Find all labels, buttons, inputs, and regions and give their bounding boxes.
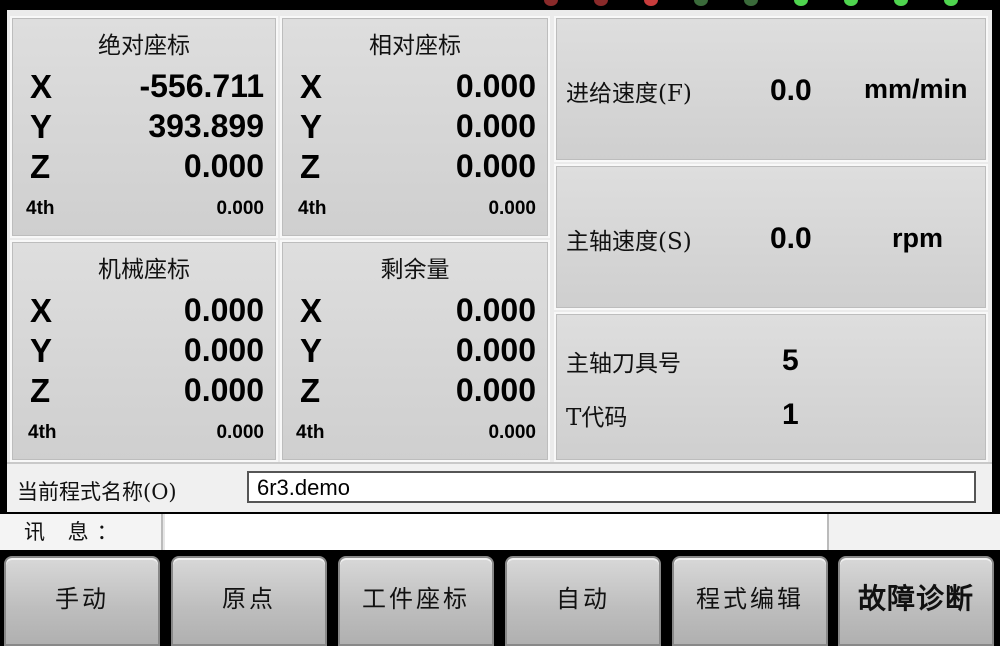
status-led — [744, 0, 758, 6]
absolute-coordinates-panel: 绝对座标 X -556.711 Y 393.899 Z 0.000 4th 0.… — [10, 16, 278, 238]
coord-row-z: Z 0.000 — [300, 148, 536, 188]
coord-row-y: Y 0.000 — [300, 332, 536, 372]
axis-label: X — [30, 292, 53, 329]
program-name-row: 当前程式名称(O) 6r3.demo — [7, 462, 992, 512]
status-led — [944, 0, 958, 6]
coord-row-y: Y 0.000 — [30, 332, 264, 372]
coord-row-y: Y 393.899 — [30, 108, 264, 148]
feed-rate-unit: mm/min — [864, 74, 968, 104]
program-name-label: 当前程式名称(O) — [17, 480, 177, 504]
work-coordinates-button[interactable]: 工件座标 — [338, 556, 494, 646]
coord-value: 0.000 — [183, 148, 264, 184]
coord-row-y: Y 0.000 — [300, 108, 536, 148]
axis-label: Z — [30, 372, 51, 409]
coord-value: 0.000 — [183, 372, 264, 408]
panel-title: 相对座标 — [369, 33, 461, 59]
coord-row-x: X 0.000 — [300, 292, 536, 332]
auto-mode-button[interactable]: 自动 — [505, 556, 661, 646]
axis-label: Y — [30, 108, 53, 145]
coord-row-4th: 4th 0.000 — [28, 414, 264, 454]
coord-value: 393.899 — [148, 108, 264, 144]
main-screen: 绝对座标 X -556.711 Y 393.899 Z 0.000 4th 0.… — [7, 10, 992, 512]
message-text — [165, 514, 829, 550]
status-led — [594, 0, 608, 6]
axis-label: 4th — [28, 422, 57, 443]
axis-label: 4th — [298, 198, 327, 219]
coord-value: 0.000 — [488, 198, 536, 219]
t-code-label: T代码 — [566, 405, 628, 431]
status-led-bar — [0, 0, 1000, 10]
axis-label: X — [300, 68, 323, 105]
axis-label: Y — [30, 332, 53, 369]
coord-value: 0.000 — [216, 422, 264, 443]
panel-title: 机械座标 — [98, 257, 190, 283]
t-code-value: 1 — [782, 398, 799, 431]
status-led — [794, 0, 808, 6]
coord-value: 0.000 — [455, 68, 536, 104]
softkey-bar: 手动 原点 工件座标 自动 程式编辑 故障诊断 — [0, 550, 1000, 646]
coord-row-4th: 4th 0.000 — [26, 190, 264, 230]
coord-row-z: Z 0.000 — [30, 372, 264, 412]
fault-diagnosis-button[interactable]: 故障诊断 — [838, 556, 994, 646]
coord-value: 0.000 — [455, 108, 536, 144]
axis-label: Z — [300, 372, 321, 409]
feed-rate-value: 0.0 — [770, 74, 812, 107]
axis-label: Z — [30, 148, 51, 185]
axis-label: X — [300, 292, 323, 329]
program-edit-button[interactable]: 程式编辑 — [672, 556, 828, 646]
feed-rate-panel: 进给速度(F) 0.0 mm/min — [554, 16, 988, 162]
status-led — [544, 0, 558, 6]
panel-title: 剩余量 — [380, 257, 450, 283]
spindle-tool-label: 主轴刀具号 — [566, 351, 681, 377]
coord-value: 0.000 — [216, 198, 264, 219]
home-button[interactable]: 原点 — [171, 556, 327, 646]
coord-row-z: Z 0.000 — [300, 372, 536, 412]
axis-label: 4th — [296, 422, 325, 443]
status-led — [844, 0, 858, 6]
coord-row-4th: 4th 0.000 — [298, 190, 536, 230]
program-name-field[interactable]: 6r3.demo — [247, 471, 976, 503]
relative-coordinates-panel: 相对座标 X 0.000 Y 0.000 Z 0.000 4th 0.000 — [280, 16, 550, 238]
coord-row-x: X 0.000 — [300, 68, 536, 108]
spindle-speed-label: 主轴速度(S) — [566, 229, 692, 255]
axis-label: Y — [300, 332, 323, 369]
spindle-tool-value: 5 — [782, 344, 799, 377]
remaining-distance-panel: 剩余量 X 0.000 Y 0.000 Z 0.000 4th 0.000 — [280, 240, 550, 462]
axis-label: Y — [300, 108, 323, 145]
message-label: 讯 息： — [0, 514, 163, 550]
spindle-speed-value: 0.0 — [770, 222, 812, 255]
axis-label: Z — [300, 148, 321, 185]
message-bar: 讯 息： — [0, 514, 1000, 550]
coord-row-z: Z 0.000 — [30, 148, 264, 188]
spindle-tool-panel: 主轴刀具号 5 T代码 1 — [554, 312, 988, 462]
coord-value: 0.000 — [455, 372, 536, 408]
coord-value: -556.711 — [139, 68, 264, 104]
spindle-speed-panel: 主轴速度(S) 0.0 rpm — [554, 164, 988, 310]
status-led — [694, 0, 708, 6]
manual-mode-button[interactable]: 手动 — [4, 556, 160, 646]
status-led — [644, 0, 658, 6]
message-extra — [829, 514, 1000, 550]
coord-value: 0.000 — [455, 332, 536, 368]
coord-value: 0.000 — [455, 292, 536, 328]
coord-value: 0.000 — [183, 332, 264, 368]
coord-row-x: X -556.711 — [30, 68, 264, 108]
coord-value: 0.000 — [488, 422, 536, 443]
coord-row-x: X 0.000 — [30, 292, 264, 332]
coord-value: 0.000 — [455, 148, 536, 184]
coord-row-4th: 4th 0.000 — [296, 414, 536, 454]
axis-label: X — [30, 68, 53, 105]
panel-title: 绝对座标 — [98, 33, 190, 59]
status-led — [894, 0, 908, 6]
coord-value: 0.000 — [183, 292, 264, 328]
spindle-speed-unit: rpm — [892, 223, 944, 253]
axis-label: 4th — [26, 198, 55, 219]
feed-rate-label: 进给速度(F) — [566, 81, 692, 107]
machine-coordinates-panel: 机械座标 X 0.000 Y 0.000 Z 0.000 4th 0.000 — [10, 240, 278, 462]
